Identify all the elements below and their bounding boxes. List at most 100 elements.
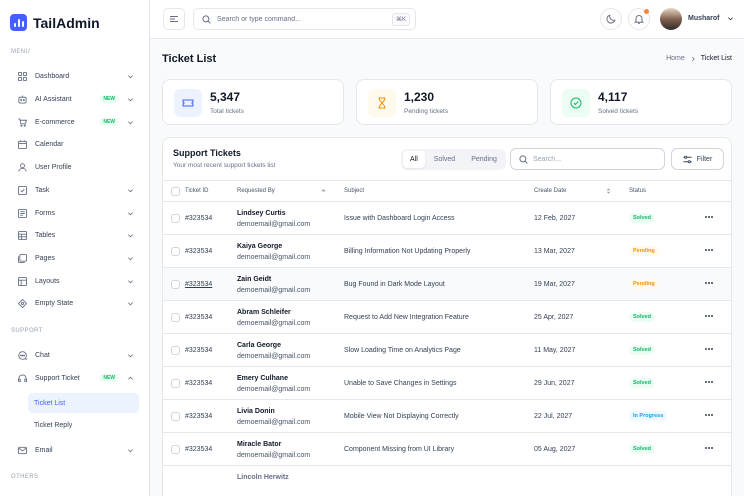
- ticket-search-input[interactable]: [533, 155, 664, 163]
- row-checkbox[interactable]: [171, 313, 180, 322]
- sidebar-item-e-commerce[interactable]: E-commerce NEW: [10, 112, 140, 132]
- status-badge: Pending: [629, 279, 659, 289]
- layout-icon: [18, 276, 27, 286]
- col-subject: Subject: [344, 188, 365, 194]
- more-icon[interactable]: [704, 347, 714, 351]
- ticket-id[interactable]: #323534: [185, 413, 212, 420]
- requester-email: demoemail@gmail.com: [237, 386, 311, 393]
- ticket-id[interactable]: #323534: [185, 281, 212, 288]
- avatar[interactable]: [660, 8, 682, 30]
- table-row[interactable]: #323534 Kaiya George demoemail@gmail.com…: [163, 235, 731, 268]
- sidebar-item-chat[interactable]: Chat: [10, 345, 140, 365]
- table-row[interactable]: #323534 Miracle Bator demoemail@gmail.co…: [163, 433, 731, 466]
- more-icon[interactable]: [704, 281, 714, 285]
- filter-button[interactable]: Filter: [671, 148, 724, 170]
- requester-email: demoemail@gmail.com: [237, 254, 311, 261]
- sidebar-subitem-ticket-reply[interactable]: Ticket Reply: [28, 415, 139, 435]
- sidebar-item-calendar[interactable]: Calendar: [10, 134, 140, 154]
- sidebar-item-tables[interactable]: Tables: [10, 225, 140, 245]
- task-icon: [18, 185, 27, 195]
- table-row[interactable]: Lincoln Herwitz: [163, 466, 731, 496]
- more-icon[interactable]: [704, 380, 714, 384]
- row-checkbox[interactable]: [171, 280, 180, 289]
- row-checkbox[interactable]: [171, 214, 180, 223]
- search-icon: [519, 154, 528, 164]
- sidebar-item-ai-assistant[interactable]: AI Assistant NEW: [10, 89, 140, 109]
- ticket-search[interactable]: [510, 148, 665, 170]
- notifications-button[interactable]: [628, 8, 650, 30]
- more-icon[interactable]: [704, 446, 714, 450]
- requester-name: Carla George: [237, 342, 281, 349]
- sidebar-item-forms[interactable]: Forms: [10, 203, 140, 223]
- breadcrumb: Home Ticket List: [666, 55, 732, 62]
- user-name[interactable]: Musharof: [688, 15, 720, 22]
- more-icon[interactable]: [704, 215, 714, 219]
- tab-pending[interactable]: Pending: [464, 151, 504, 168]
- notification-dot: [644, 9, 649, 14]
- sidebar-item-empty-state[interactable]: Empty State: [10, 293, 140, 313]
- table-row[interactable]: #323534 Abram Schleifer demoemail@gmail.…: [163, 301, 731, 334]
- more-icon[interactable]: [704, 314, 714, 318]
- sidebar-toggle-button[interactable]: [163, 8, 185, 30]
- ticket-id[interactable]: #323534: [185, 248, 212, 255]
- status-badge: Pending: [629, 246, 659, 256]
- others-section-label: OTHERS: [11, 474, 39, 480]
- sidebar-item-label: Calendar: [35, 140, 64, 148]
- table-row[interactable]: #323534 Lindsey Curtis demoemail@gmail.c…: [163, 202, 731, 235]
- sidebar-item-label: Support Ticket: [35, 374, 80, 382]
- ticket-id[interactable]: #323534: [185, 446, 212, 453]
- sidebar-item-user-profile[interactable]: User Profile: [10, 157, 140, 177]
- sidebar-item-support-ticket[interactable]: Support Ticket NEW: [10, 368, 140, 388]
- hourglass-icon: [368, 89, 396, 117]
- ticket-id[interactable]: #323534: [185, 380, 212, 387]
- command-search[interactable]: ⌘K: [193, 8, 416, 30]
- more-icon[interactable]: [704, 248, 714, 252]
- ticket-id[interactable]: #323534: [185, 314, 212, 321]
- table-row[interactable]: #323534 Livia Donin demoemail@gmail.com …: [163, 400, 731, 433]
- status-badge: Solved: [629, 312, 656, 322]
- row-checkbox[interactable]: [171, 379, 180, 388]
- sidebar-item-label: Chat: [35, 351, 50, 359]
- chevron-down-icon[interactable]: [727, 15, 734, 22]
- sidebar-item-layouts[interactable]: Layouts: [10, 271, 140, 291]
- brand[interactable]: TailAdmin: [10, 14, 100, 31]
- ticket-id[interactable]: #323534: [185, 215, 212, 222]
- table-row[interactable]: #323534 Carla George demoemail@gmail.com…: [163, 334, 731, 367]
- row-checkbox[interactable]: [171, 412, 180, 421]
- requester-email: demoemail@gmail.com: [237, 452, 311, 459]
- ticket-id[interactable]: #323534: [185, 347, 212, 354]
- sidebar-item-dashboard[interactable]: Dashboard: [10, 66, 140, 86]
- status-badge: Solved: [629, 345, 656, 355]
- command-search-input[interactable]: [217, 15, 392, 23]
- ticket-icon: [174, 89, 202, 117]
- theme-toggle-button[interactable]: [600, 8, 622, 30]
- filter-label: Filter: [696, 155, 713, 163]
- sidebar-item-email[interactable]: Email: [10, 440, 140, 460]
- ticket-subject: Request to Add New Integration Feature: [344, 314, 469, 321]
- sidebar-item-task[interactable]: Task: [10, 180, 140, 200]
- row-checkbox[interactable]: [171, 247, 180, 256]
- tab-all[interactable]: All: [403, 151, 425, 168]
- create-date: 11 May, 2027: [534, 347, 576, 354]
- col-create-date: Create Date: [534, 188, 567, 194]
- sort-icon[interactable]: [606, 188, 611, 194]
- chevron-down-icon: [128, 301, 133, 305]
- status-badge: Solved: [629, 444, 656, 454]
- sidebar-item-pages[interactable]: Pages: [10, 248, 140, 268]
- pages-icon: [18, 253, 27, 263]
- table-row[interactable]: #323534 Zain Geidt demoemail@gmail.com B…: [163, 268, 731, 301]
- table-row[interactable]: #323534 Emery Culhane demoemail@gmail.co…: [163, 367, 731, 400]
- sidebar-subitem-ticket-list[interactable]: Ticket List: [28, 393, 139, 413]
- requester-email: demoemail@gmail.com: [237, 353, 311, 360]
- select-all-checkbox[interactable]: [171, 187, 180, 196]
- more-icon[interactable]: [704, 413, 714, 417]
- breadcrumb-home[interactable]: Home: [666, 55, 685, 62]
- sort-up-icon[interactable]: [321, 188, 326, 194]
- row-checkbox[interactable]: [171, 346, 180, 355]
- stat-card-pending: 1,230 Pending tickets: [356, 79, 538, 125]
- filter-icon: [683, 155, 692, 163]
- tab-solved[interactable]: Solved: [427, 151, 462, 168]
- chevron-right-icon: [691, 56, 695, 61]
- row-checkbox[interactable]: [171, 445, 180, 454]
- table-subtitle: Your most recent support tickets list: [173, 162, 276, 169]
